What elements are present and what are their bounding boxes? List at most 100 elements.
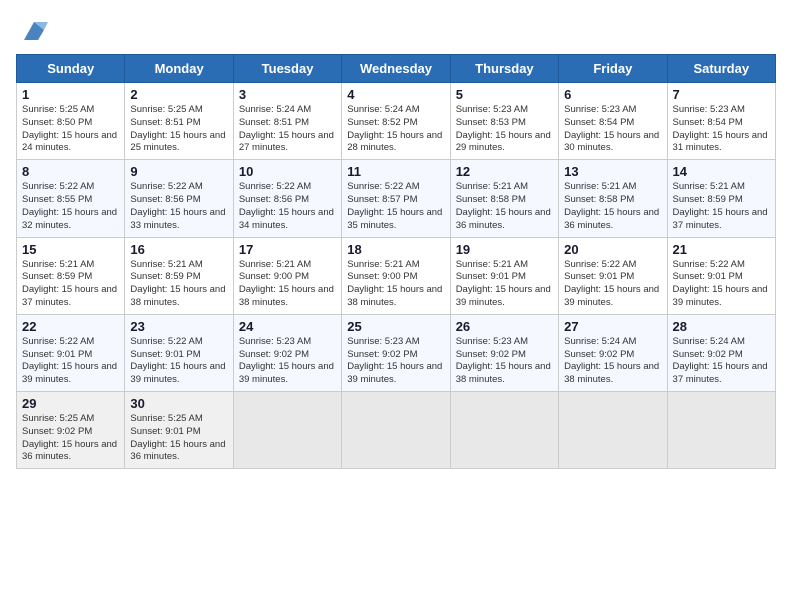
day-info: Sunrise: 5:25 AM Sunset: 8:50 PM Dayligh… bbox=[22, 104, 119, 155]
weekday-header-row: SundayMondayTuesdayWednesdayThursdayFrid… bbox=[17, 55, 776, 83]
calendar-cell: 23 Sunrise: 5:22 AM Sunset: 9:01 PM Dayl… bbox=[125, 314, 233, 391]
day-number: 15 bbox=[22, 242, 119, 257]
day-number: 11 bbox=[347, 164, 444, 179]
day-info: Sunrise: 5:21 AM Sunset: 9:01 PM Dayligh… bbox=[456, 259, 553, 310]
calendar-cell: 27 Sunrise: 5:24 AM Sunset: 9:02 PM Dayl… bbox=[559, 314, 667, 391]
calendar-cell: 29 Sunrise: 5:25 AM Sunset: 9:02 PM Dayl… bbox=[17, 392, 125, 469]
calendar-cell: 1 Sunrise: 5:25 AM Sunset: 8:50 PM Dayli… bbox=[17, 83, 125, 160]
day-number: 6 bbox=[564, 87, 661, 102]
day-info: Sunrise: 5:22 AM Sunset: 8:55 PM Dayligh… bbox=[22, 181, 119, 232]
calendar-cell: 25 Sunrise: 5:23 AM Sunset: 9:02 PM Dayl… bbox=[342, 314, 450, 391]
calendar-cell: 24 Sunrise: 5:23 AM Sunset: 9:02 PM Dayl… bbox=[233, 314, 341, 391]
weekday-header-friday: Friday bbox=[559, 55, 667, 83]
calendar-cell: 3 Sunrise: 5:24 AM Sunset: 8:51 PM Dayli… bbox=[233, 83, 341, 160]
calendar-cell bbox=[559, 392, 667, 469]
calendar-cell: 15 Sunrise: 5:21 AM Sunset: 8:59 PM Dayl… bbox=[17, 237, 125, 314]
calendar-cell: 26 Sunrise: 5:23 AM Sunset: 9:02 PM Dayl… bbox=[450, 314, 558, 391]
day-number: 8 bbox=[22, 164, 119, 179]
calendar-cell: 6 Sunrise: 5:23 AM Sunset: 8:54 PM Dayli… bbox=[559, 83, 667, 160]
day-number: 4 bbox=[347, 87, 444, 102]
calendar-cell: 17 Sunrise: 5:21 AM Sunset: 9:00 PM Dayl… bbox=[233, 237, 341, 314]
calendar-cell: 18 Sunrise: 5:21 AM Sunset: 9:00 PM Dayl… bbox=[342, 237, 450, 314]
day-number: 28 bbox=[673, 319, 770, 334]
calendar-cell bbox=[450, 392, 558, 469]
day-info: Sunrise: 5:22 AM Sunset: 9:01 PM Dayligh… bbox=[22, 336, 119, 387]
calendar-cell: 7 Sunrise: 5:23 AM Sunset: 8:54 PM Dayli… bbox=[667, 83, 775, 160]
day-number: 25 bbox=[347, 319, 444, 334]
calendar-cell: 30 Sunrise: 5:25 AM Sunset: 9:01 PM Dayl… bbox=[125, 392, 233, 469]
day-info: Sunrise: 5:21 AM Sunset: 9:00 PM Dayligh… bbox=[347, 259, 444, 310]
day-info: Sunrise: 5:25 AM Sunset: 9:02 PM Dayligh… bbox=[22, 413, 119, 464]
day-number: 23 bbox=[130, 319, 227, 334]
calendar-week-3: 15 Sunrise: 5:21 AM Sunset: 8:59 PM Dayl… bbox=[17, 237, 776, 314]
weekday-header-monday: Monday bbox=[125, 55, 233, 83]
day-info: Sunrise: 5:23 AM Sunset: 8:54 PM Dayligh… bbox=[673, 104, 770, 155]
day-number: 17 bbox=[239, 242, 336, 257]
day-number: 18 bbox=[347, 242, 444, 257]
calendar-cell bbox=[342, 392, 450, 469]
day-number: 2 bbox=[130, 87, 227, 102]
day-info: Sunrise: 5:24 AM Sunset: 9:02 PM Dayligh… bbox=[673, 336, 770, 387]
day-number: 16 bbox=[130, 242, 227, 257]
day-info: Sunrise: 5:22 AM Sunset: 9:01 PM Dayligh… bbox=[673, 259, 770, 310]
calendar-cell: 16 Sunrise: 5:21 AM Sunset: 8:59 PM Dayl… bbox=[125, 237, 233, 314]
day-info: Sunrise: 5:22 AM Sunset: 9:01 PM Dayligh… bbox=[564, 259, 661, 310]
calendar-week-4: 22 Sunrise: 5:22 AM Sunset: 9:01 PM Dayl… bbox=[17, 314, 776, 391]
day-info: Sunrise: 5:22 AM Sunset: 8:56 PM Dayligh… bbox=[130, 181, 227, 232]
day-info: Sunrise: 5:23 AM Sunset: 9:02 PM Dayligh… bbox=[239, 336, 336, 387]
day-info: Sunrise: 5:24 AM Sunset: 8:52 PM Dayligh… bbox=[347, 104, 444, 155]
calendar-body: 1 Sunrise: 5:25 AM Sunset: 8:50 PM Dayli… bbox=[17, 83, 776, 469]
day-info: Sunrise: 5:21 AM Sunset: 8:58 PM Dayligh… bbox=[564, 181, 661, 232]
calendar-cell: 10 Sunrise: 5:22 AM Sunset: 8:56 PM Dayl… bbox=[233, 160, 341, 237]
day-info: Sunrise: 5:21 AM Sunset: 8:59 PM Dayligh… bbox=[22, 259, 119, 310]
day-info: Sunrise: 5:21 AM Sunset: 8:59 PM Dayligh… bbox=[130, 259, 227, 310]
day-info: Sunrise: 5:21 AM Sunset: 8:59 PM Dayligh… bbox=[673, 181, 770, 232]
day-info: Sunrise: 5:21 AM Sunset: 9:00 PM Dayligh… bbox=[239, 259, 336, 310]
day-number: 3 bbox=[239, 87, 336, 102]
day-number: 12 bbox=[456, 164, 553, 179]
calendar-week-1: 1 Sunrise: 5:25 AM Sunset: 8:50 PM Dayli… bbox=[17, 83, 776, 160]
weekday-header-wednesday: Wednesday bbox=[342, 55, 450, 83]
day-info: Sunrise: 5:23 AM Sunset: 8:54 PM Dayligh… bbox=[564, 104, 661, 155]
day-info: Sunrise: 5:22 AM Sunset: 8:57 PM Dayligh… bbox=[347, 181, 444, 232]
weekday-header-saturday: Saturday bbox=[667, 55, 775, 83]
logo bbox=[16, 16, 48, 44]
calendar-cell: 8 Sunrise: 5:22 AM Sunset: 8:55 PM Dayli… bbox=[17, 160, 125, 237]
day-number: 9 bbox=[130, 164, 227, 179]
day-info: Sunrise: 5:22 AM Sunset: 9:01 PM Dayligh… bbox=[130, 336, 227, 387]
day-info: Sunrise: 5:23 AM Sunset: 9:02 PM Dayligh… bbox=[456, 336, 553, 387]
day-info: Sunrise: 5:23 AM Sunset: 9:02 PM Dayligh… bbox=[347, 336, 444, 387]
calendar-cell: 12 Sunrise: 5:21 AM Sunset: 8:58 PM Dayl… bbox=[450, 160, 558, 237]
calendar-cell: 14 Sunrise: 5:21 AM Sunset: 8:59 PM Dayl… bbox=[667, 160, 775, 237]
day-number: 1 bbox=[22, 87, 119, 102]
calendar-cell: 13 Sunrise: 5:21 AM Sunset: 8:58 PM Dayl… bbox=[559, 160, 667, 237]
day-number: 21 bbox=[673, 242, 770, 257]
logo-icon bbox=[20, 16, 48, 44]
calendar-cell bbox=[233, 392, 341, 469]
day-info: Sunrise: 5:24 AM Sunset: 8:51 PM Dayligh… bbox=[239, 104, 336, 155]
calendar-cell: 11 Sunrise: 5:22 AM Sunset: 8:57 PM Dayl… bbox=[342, 160, 450, 237]
weekday-header-sunday: Sunday bbox=[17, 55, 125, 83]
day-number: 27 bbox=[564, 319, 661, 334]
day-number: 26 bbox=[456, 319, 553, 334]
weekday-header-thursday: Thursday bbox=[450, 55, 558, 83]
page-header bbox=[16, 16, 776, 44]
day-number: 22 bbox=[22, 319, 119, 334]
day-number: 20 bbox=[564, 242, 661, 257]
day-info: Sunrise: 5:24 AM Sunset: 9:02 PM Dayligh… bbox=[564, 336, 661, 387]
calendar-cell: 4 Sunrise: 5:24 AM Sunset: 8:52 PM Dayli… bbox=[342, 83, 450, 160]
calendar-cell: 28 Sunrise: 5:24 AM Sunset: 9:02 PM Dayl… bbox=[667, 314, 775, 391]
day-number: 24 bbox=[239, 319, 336, 334]
day-number: 19 bbox=[456, 242, 553, 257]
day-info: Sunrise: 5:21 AM Sunset: 8:58 PM Dayligh… bbox=[456, 181, 553, 232]
day-number: 29 bbox=[22, 396, 119, 411]
day-info: Sunrise: 5:22 AM Sunset: 8:56 PM Dayligh… bbox=[239, 181, 336, 232]
day-number: 13 bbox=[564, 164, 661, 179]
calendar-cell: 2 Sunrise: 5:25 AM Sunset: 8:51 PM Dayli… bbox=[125, 83, 233, 160]
day-number: 30 bbox=[130, 396, 227, 411]
calendar-cell: 19 Sunrise: 5:21 AM Sunset: 9:01 PM Dayl… bbox=[450, 237, 558, 314]
calendar-cell bbox=[667, 392, 775, 469]
day-number: 7 bbox=[673, 87, 770, 102]
calendar-week-2: 8 Sunrise: 5:22 AM Sunset: 8:55 PM Dayli… bbox=[17, 160, 776, 237]
weekday-header-tuesday: Tuesday bbox=[233, 55, 341, 83]
